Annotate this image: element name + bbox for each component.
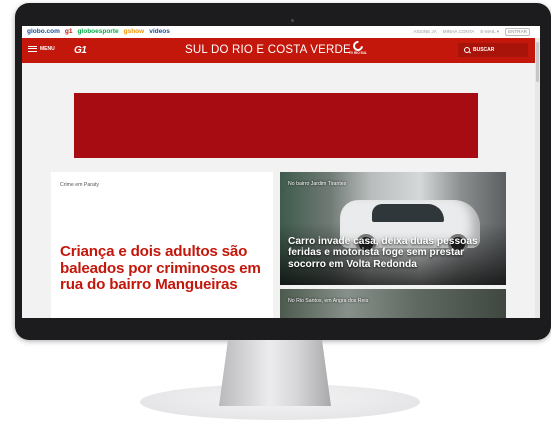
ad-banner[interactable] <box>74 93 478 158</box>
brand-link-videos[interactable]: vídeos <box>149 27 170 37</box>
g1-header: MENU G1 SUL DO RIO E COSTA VERDE TV RIO … <box>22 38 540 63</box>
g1-logo[interactable]: G1 <box>74 45 87 56</box>
brand-link-g1[interactable]: g1 <box>65 27 73 37</box>
search-label: BUSCAR <box>473 47 495 53</box>
chevron-down-icon: ▾ <box>496 29 500 34</box>
search-button[interactable]: BUSCAR <box>458 43 528 57</box>
brand-link-globo[interactable]: globo.com <box>27 27 60 37</box>
search-icon <box>464 47 470 53</box>
brand-link-globoesporte[interactable]: globoesporte <box>77 27 118 37</box>
email-link[interactable]: E-MAIL ▾ <box>480 27 499 37</box>
monitor-chin <box>15 318 551 340</box>
news-kicker: No Rio Santos, em Angra dos Reis <box>288 298 369 304</box>
menu-button[interactable]: MENU <box>28 46 55 52</box>
region-title[interactable]: SUL DO RIO E COSTA VERDE <box>185 44 351 56</box>
page-scrollbar[interactable] <box>535 38 540 318</box>
news-card-photo-2[interactable]: No Rio Santos, em Angra dos Reis <box>280 289 506 318</box>
news-kicker: No bairro Jardim Tirantes <box>288 181 347 187</box>
account-links: ASSINE JÁ MINHA CONTA E-MAIL ▾ ENTRAR <box>413 27 530 37</box>
news-card-photo[interactable]: No bairro Jardim Tirantes Carro invade c… <box>280 172 506 285</box>
news-headline[interactable]: Carro invade casa, deixa duas pessoas fe… <box>288 236 500 270</box>
news-card-main[interactable]: Crime em Paraty Criança e dois adultos s… <box>51 172 273 318</box>
scrollbar-thumb[interactable] <box>536 42 539 82</box>
affiliate-label: TV RIO SUL <box>349 51 367 55</box>
hamburger-icon <box>28 46 37 52</box>
my-account-link[interactable]: MINHA CONTA <box>443 27 475 37</box>
news-kicker: Crime em Paraty <box>60 182 99 188</box>
monitor: globo.com g1 globoesporte gshow vídeos A… <box>0 0 551 428</box>
brand-link-gshow[interactable]: gshow <box>124 27 145 37</box>
subscribe-link[interactable]: ASSINE JÁ <box>413 27 437 37</box>
brand-links: globo.com g1 globoesporte gshow vídeos <box>27 27 170 37</box>
enter-button[interactable]: ENTRAR <box>505 28 530 36</box>
monitor-stand-neck <box>219 340 331 406</box>
browser-screen: globo.com g1 globoesporte gshow vídeos A… <box>22 26 540 318</box>
menu-label: MENU <box>40 46 55 52</box>
camera-icon <box>291 19 294 22</box>
affiliate-logo[interactable]: TV RIO SUL <box>349 38 367 60</box>
news-headline[interactable]: Criança e dois adultos são baleados por … <box>60 243 265 294</box>
car-window-image <box>372 204 444 222</box>
